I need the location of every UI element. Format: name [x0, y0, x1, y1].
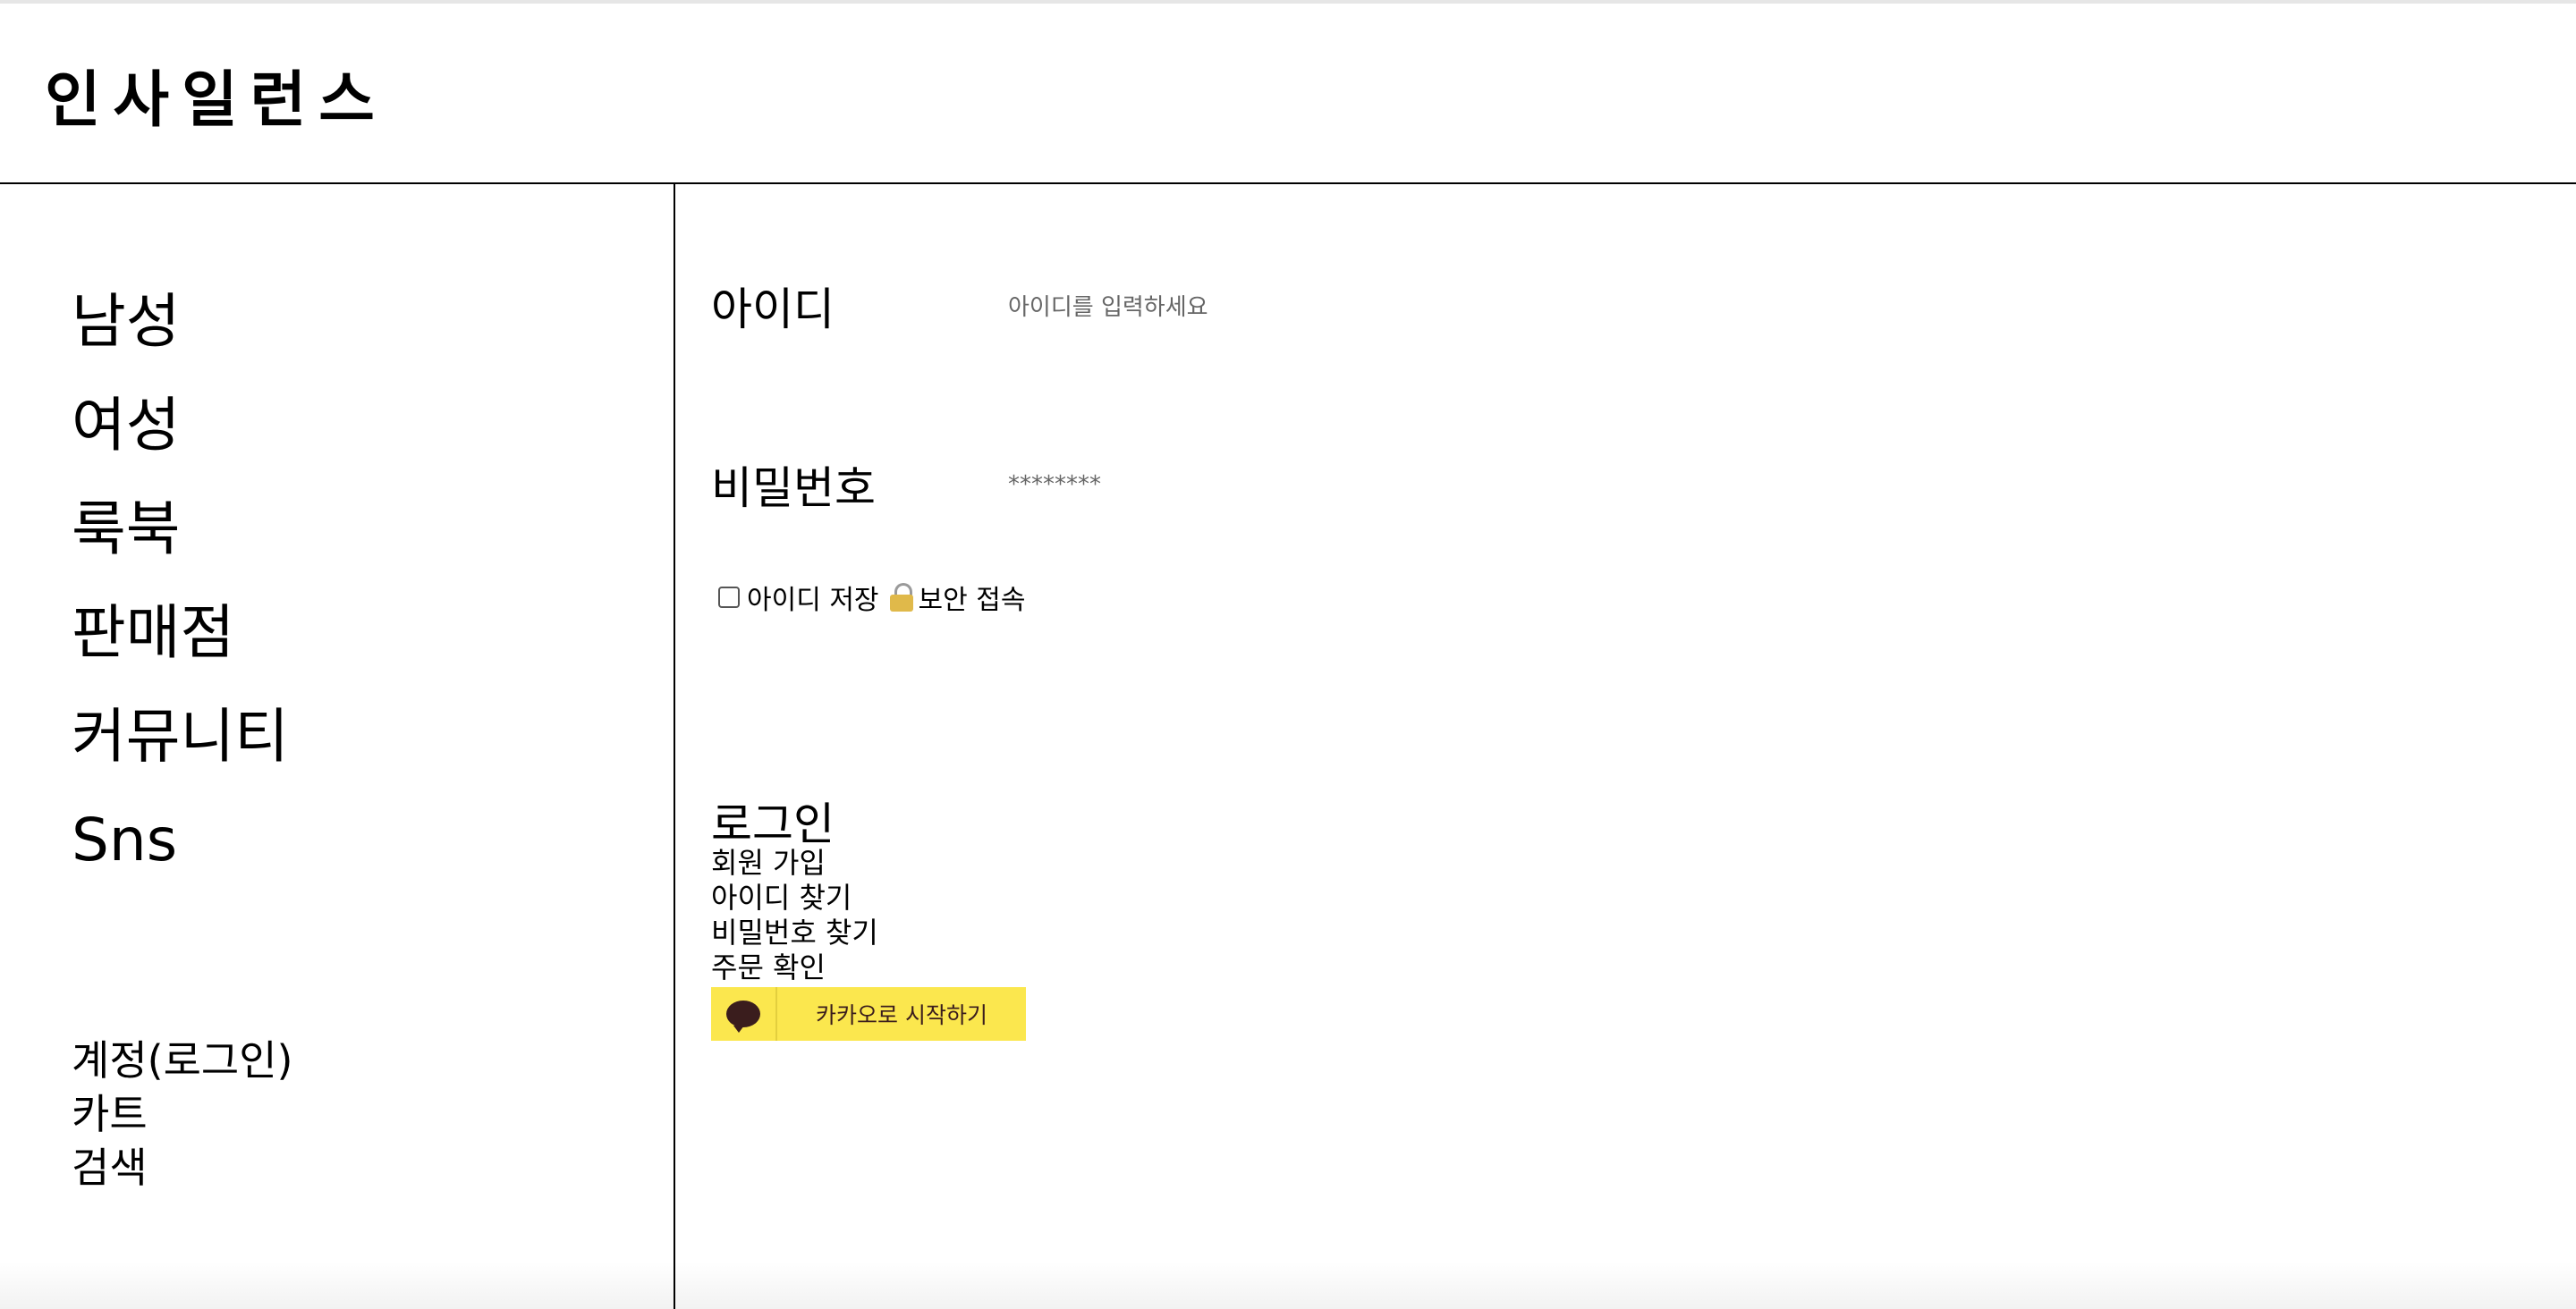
nav-item-women[interactable]: 여성	[72, 374, 289, 477]
nav-item-stores[interactable]: 판매점	[72, 581, 289, 685]
account-login-link[interactable]: 계정(로그인)	[72, 1034, 293, 1087]
signup-link[interactable]: 회원 가입	[711, 846, 878, 881]
find-password-link[interactable]: 비밀번호 찾기	[711, 916, 878, 950]
secure-login-label[interactable]: 보안 접속	[919, 578, 1026, 617]
nav-item-community[interactable]: 커뮤니티	[72, 685, 289, 789]
kakao-login-label: 카카오로 시작하기	[816, 1002, 987, 1028]
account-links: 회원 가입 아이디 찾기 비밀번호 찾기 주문 확인	[711, 846, 878, 985]
login-panel: 아이디 비밀번호 아이디 저장 보안 접속 로그인 회원 가입 아이디 찾기 비…	[675, 184, 2576, 1309]
save-id-checkbox[interactable]	[718, 587, 740, 608]
cart-link[interactable]: 카트	[72, 1087, 293, 1141]
find-id-link[interactable]: 아이디 찾기	[711, 881, 878, 916]
save-id-label[interactable]: 아이디 저장	[747, 578, 879, 617]
nav-item-sns[interactable]: Sns	[72, 789, 289, 892]
nav-item-men[interactable]: 남성	[72, 270, 289, 374]
kakao-login-button[interactable]: 카카오로 시작하기	[711, 987, 1026, 1041]
header: 인사일런스	[0, 4, 2576, 184]
password-input[interactable]	[1008, 460, 1509, 510]
nav-item-lookbook[interactable]: 룩북	[72, 477, 289, 581]
id-input[interactable]	[1008, 283, 1509, 333]
sidebar: 남성 여성 룩북 판매점 커뮤니티 Sns 계정(로그인) 카트 검색	[0, 184, 675, 1309]
lock-icon	[889, 583, 915, 612]
kakao-icon-wrapper	[711, 987, 777, 1041]
order-check-link[interactable]: 주문 확인	[711, 950, 878, 985]
password-label: 비밀번호	[711, 462, 876, 514]
login-button[interactable]: 로그인	[711, 789, 835, 853]
sidebar-utility: 계정(로그인) 카트 검색	[72, 1034, 293, 1195]
site-logo[interactable]: 인사일런스	[45, 50, 387, 139]
search-link[interactable]: 검색	[72, 1141, 293, 1195]
id-label: 아이디	[711, 283, 835, 335]
login-options: 아이디 저장 보안 접속	[718, 578, 1025, 617]
speech-bubble-icon	[726, 1001, 760, 1033]
sidebar-nav: 남성 여성 룩북 판매점 커뮤니티 Sns	[72, 270, 289, 892]
